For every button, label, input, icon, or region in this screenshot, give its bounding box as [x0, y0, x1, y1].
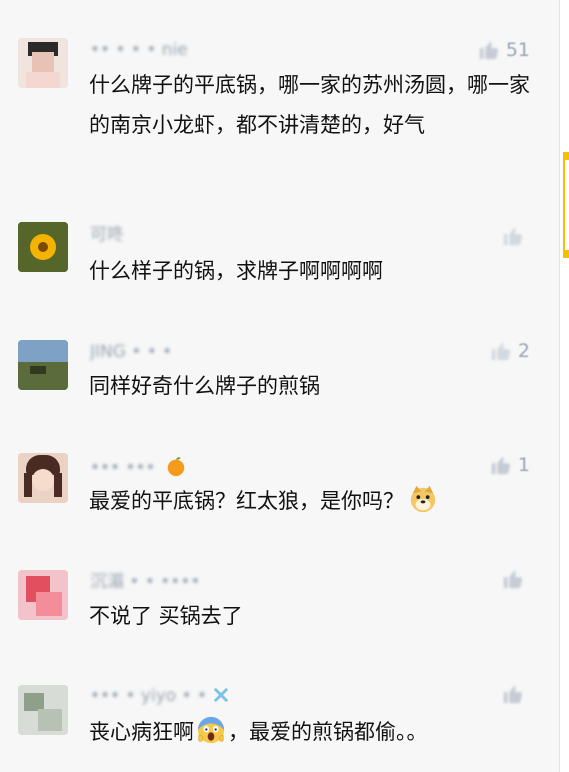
- x-sparkle-emoji: [214, 688, 229, 702]
- thumbs-up-icon: [503, 228, 523, 246]
- comment-author[interactable]: ••• • yiyo • •: [90, 685, 230, 707]
- thumbs-up-icon: [503, 571, 523, 589]
- comment-text: 不说了 买锅去了: [89, 604, 243, 628]
- like-button[interactable]: 1: [490, 452, 530, 478]
- comment-author[interactable]: JING • • •: [90, 341, 172, 363]
- comment-text: 丧心病狂啊 ，最爱的煎锅都偷。。: [89, 712, 544, 752]
- tangerine-emoji: [167, 457, 185, 477]
- like-button[interactable]: 51: [478, 37, 530, 63]
- avatar[interactable]: [18, 222, 68, 272]
- thumbs-up-icon: [479, 42, 498, 60]
- comment-text: 什么牌子的平底锅，哪一家的苏州汤圆，哪一家的南京小龙虾，都不讲清楚的，好气: [89, 73, 530, 137]
- avatar[interactable]: [18, 570, 68, 620]
- screaming-face-emoji: [197, 716, 225, 744]
- comment-text: 什么样子的锅，求牌子啊啊啊啊: [89, 259, 383, 283]
- like-button[interactable]: [502, 566, 530, 592]
- comment-author[interactable]: •• • • • nie: [90, 39, 188, 61]
- comment-text: 同样好奇什么牌子的煎锅: [89, 374, 320, 398]
- like-button[interactable]: [502, 223, 530, 249]
- thumbs-up-icon: [491, 343, 510, 361]
- comment-author[interactable]: 沉湄 • • ••••: [90, 571, 200, 593]
- comment-author[interactable]: 可咚: [90, 224, 124, 246]
- avatar[interactable]: [18, 685, 68, 735]
- thumbs-up-icon: [491, 457, 510, 475]
- like-count: 1: [517, 454, 530, 476]
- comment-list: •• • • • nie 51 什么牌子的平底锅，哪一家的苏州汤圆，哪一家的南京…: [0, 0, 560, 772]
- avatar[interactable]: [18, 453, 68, 503]
- comment-author[interactable]: ••• •••: [90, 455, 187, 477]
- avatar[interactable]: [18, 340, 68, 390]
- comment-text: 最爱的平底锅？红太狼，是你吗？: [89, 481, 544, 521]
- like-button[interactable]: 2: [490, 338, 530, 364]
- adjacent-panel-edge: [559, 0, 569, 772]
- adjacent-highlight-inner: [565, 160, 569, 250]
- doge-emoji: [410, 485, 436, 513]
- like-button[interactable]: [502, 681, 530, 707]
- thumbs-up-icon: [503, 686, 523, 704]
- avatar[interactable]: [18, 38, 68, 88]
- like-count: 51: [505, 39, 530, 61]
- like-count: 2: [517, 340, 530, 362]
